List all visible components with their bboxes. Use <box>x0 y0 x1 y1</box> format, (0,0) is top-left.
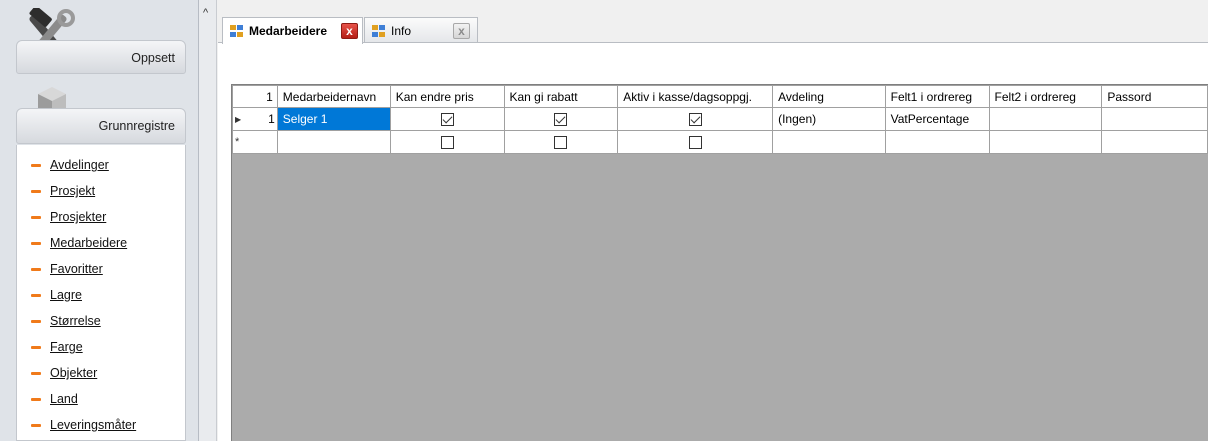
bullet-dash-icon <box>31 163 41 167</box>
nav-item-prosjekt[interactable]: Prosjekt <box>17 181 185 201</box>
row-header[interactable]: * <box>232 130 278 154</box>
column-header-kan-gi-rabatt[interactable]: Kan gi rabatt <box>503 85 619 108</box>
navigation-pane: Oppsett Grunnregistre Avdelinger Prosjek… <box>0 0 199 441</box>
nav-item-label: Leveringsmåter <box>50 418 137 432</box>
nav-item-objekter[interactable]: Objekter <box>17 363 185 383</box>
tab-info[interactable]: Info x <box>364 17 478 43</box>
tab-label: Info <box>391 23 412 38</box>
bullet-dash-icon <box>31 397 41 401</box>
column-header-felt1[interactable]: Felt1 i ordrereg <box>884 85 990 108</box>
bullet-dash-icon <box>31 189 41 193</box>
nav-item-label: Medarbeidere <box>50 236 128 250</box>
column-header-avdeling[interactable]: Avdeling <box>772 85 886 108</box>
cell-aktiv-i-kasse[interactable] <box>617 130 774 154</box>
nav-item-label: Størrelse <box>50 314 101 328</box>
cell-felt2[interactable] <box>988 107 1103 131</box>
bullet-dash-icon <box>31 215 41 219</box>
nav-item-prosjekter[interactable]: Prosjekter <box>17 207 185 227</box>
nav-item-label: Objekter <box>50 366 98 380</box>
pane-splitter[interactable]: ^ <box>199 0 217 441</box>
cell-medarbeidernavn[interactable] <box>276 130 391 154</box>
tab-label: Medarbeidere <box>249 24 328 38</box>
bullet-dash-icon <box>31 423 41 427</box>
cell-passord[interactable] <box>1101 107 1208 131</box>
checkbox-kan-endre-pris[interactable] <box>440 136 454 150</box>
cell-felt1[interactable]: VatPercentage <box>884 107 990 131</box>
nav-item-label: Avdelinger <box>50 158 109 172</box>
bullet-dash-icon <box>31 267 41 271</box>
employees-grid[interactable]: 1 Medarbeidernavn Kan endre pris Kan gi … <box>231 84 1208 441</box>
nav-list: Avdelinger Prosjekt Prosjekter Medarbeid… <box>16 145 186 441</box>
row-number: 1 <box>268 112 275 126</box>
cell-felt1[interactable] <box>884 130 990 154</box>
cell-avdeling[interactable] <box>772 130 886 154</box>
column-header-passord[interactable]: Passord <box>1101 85 1208 108</box>
bullet-dash-icon <box>31 371 41 375</box>
nav-item-lagre[interactable]: Lagre <box>17 285 185 305</box>
cell-kan-gi-rabatt[interactable] <box>503 107 619 131</box>
collapse-caret-icon[interactable]: ^ <box>203 8 208 19</box>
grid-table: 1 Medarbeidernavn Kan endre pris Kan gi … <box>232 85 1208 154</box>
cell-aktiv-i-kasse[interactable] <box>617 107 774 131</box>
column-header-felt2[interactable]: Felt2 i ordrereg <box>988 85 1103 108</box>
nav-item-land[interactable]: Land <box>17 389 185 409</box>
nav-item-label: Favoritter <box>50 262 103 276</box>
nav-item-farge[interactable]: Farge <box>17 337 185 357</box>
bullet-dash-icon <box>31 319 41 323</box>
cell-passord[interactable] <box>1101 130 1208 154</box>
cell-kan-endre-pris[interactable] <box>389 107 505 131</box>
nav-item-label: Prosjekt <box>50 184 96 198</box>
bullet-dash-icon <box>31 293 41 297</box>
nav-item-favoritter[interactable]: Favoritter <box>17 259 185 279</box>
close-tab-icon[interactable]: x <box>453 23 470 39</box>
cell-medarbeidernavn[interactable]: Selger 1 <box>276 107 391 131</box>
tab-medarbeidere[interactable]: Medarbeidere x <box>222 17 363 44</box>
checkbox-aktiv-i-kasse[interactable] <box>688 136 702 150</box>
row-header-column[interactable]: 1 <box>232 85 278 108</box>
cell-felt2[interactable] <box>988 130 1103 154</box>
nav-item-storrelse[interactable]: Størrelse <box>17 311 185 331</box>
nav-item-medarbeidere[interactable]: Medarbeidere <box>17 233 185 253</box>
form-icon <box>372 24 385 37</box>
bullet-dash-icon <box>31 345 41 349</box>
cell-kan-gi-rabatt[interactable] <box>503 130 619 154</box>
application-window: Oppsett Grunnregistre Avdelinger Prosjek… <box>0 0 1208 441</box>
cell-kan-endre-pris[interactable] <box>389 130 505 154</box>
checkbox-kan-gi-rabatt[interactable] <box>554 113 568 127</box>
cell-avdeling[interactable]: (Ingen) <box>772 107 886 131</box>
current-row-arrow-icon: ▶ <box>235 114 242 124</box>
nav-item-label: Farge <box>50 340 83 354</box>
column-header-medarbeidernavn[interactable]: Medarbeidernavn <box>276 85 391 108</box>
row-header[interactable]: ▶ 1 <box>232 107 278 131</box>
nav-item-label: Prosjekter <box>50 210 107 224</box>
checkbox-kan-gi-rabatt[interactable] <box>554 136 568 150</box>
new-row-marker-icon: * <box>235 136 240 148</box>
bullet-dash-icon <box>31 241 41 245</box>
close-tab-icon[interactable]: x <box>341 23 358 39</box>
form-icon <box>230 25 243 37</box>
nav-item-leveringsmater[interactable]: Leveringsmåter <box>17 415 185 435</box>
new-row[interactable]: * <box>232 130 1208 154</box>
group-header-oppsett[interactable]: Oppsett <box>16 40 186 74</box>
table-row[interactable]: ▶ 1 Selger 1 (Ingen) VatPercentage <box>232 107 1208 131</box>
group-label-grunnregistre: Grunnregistre <box>98 119 175 133</box>
nav-item-avdelinger[interactable]: Avdelinger <box>17 155 185 175</box>
grid-header-row: 1 Medarbeidernavn Kan endre pris Kan gi … <box>232 85 1208 108</box>
column-header-kan-endre-pris[interactable]: Kan endre pris <box>389 85 505 108</box>
tab-strip: Medarbeidere x Info x <box>218 0 1208 44</box>
group-label-oppsett: Oppsett <box>131 51 175 65</box>
checkbox-aktiv-i-kasse[interactable] <box>688 113 702 127</box>
column-header-aktiv-i-kasse[interactable]: Aktiv i kasse/dagsoppgj. <box>617 85 774 108</box>
checkbox-kan-endre-pris[interactable] <box>440 113 454 127</box>
group-header-grunnregistre[interactable]: Grunnregistre <box>16 108 186 144</box>
nav-item-label: Land <box>50 392 78 406</box>
nav-item-label: Lagre <box>50 288 82 302</box>
